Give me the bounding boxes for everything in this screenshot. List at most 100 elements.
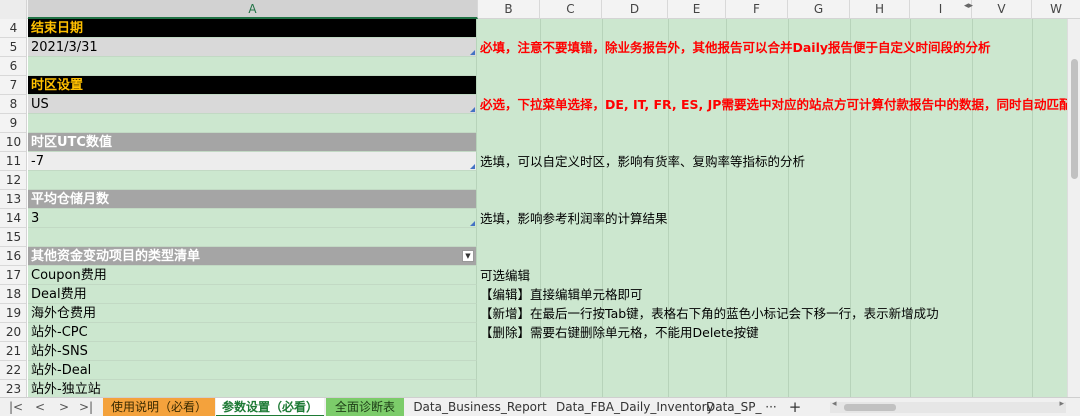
select-all-corner[interactable] [0, 0, 27, 19]
list-item[interactable]: 海外仓费用 [28, 304, 477, 323]
storage-months-value-cell[interactable]: 3 [28, 209, 477, 228]
prev-sheet-icon[interactable]: < [32, 398, 48, 416]
table-corner-marker [470, 221, 475, 226]
row-header-bar: 4 5 6 7 8 9 10 11 12 13 14 15 16 17 18 1… [0, 19, 27, 397]
column-header-e[interactable]: E [668, 0, 726, 19]
table-row [28, 57, 1067, 76]
sheet-grid[interactable]: 结束日期 2021/3/31 必填，注意不要填错，除业务报告外，其他报告可以合并… [28, 19, 1067, 397]
column-header-g[interactable]: G [788, 0, 850, 19]
table-row: 站外-SNS [28, 342, 1067, 361]
table-row: 2021/3/31 必填，注意不要填错，除业务报告外，其他报告可以合并Daily… [28, 38, 1067, 57]
tab-sp[interactable]: Data_SP_ [706, 398, 762, 416]
last-sheet-icon[interactable]: >| [78, 398, 94, 416]
row-number[interactable]: 14 [0, 209, 26, 228]
row-number[interactable]: 17 [0, 266, 26, 285]
table-corner-marker [470, 164, 475, 169]
row-number[interactable]: 13 [0, 190, 26, 209]
column-header-a[interactable]: A [28, 0, 478, 19]
column-header-f[interactable]: F [726, 0, 788, 19]
empty-cell[interactable] [28, 57, 477, 76]
tab-parameters[interactable]: 参数设置（必看） [216, 398, 324, 416]
edit-hint-title[interactable]: 可选编辑 [478, 266, 530, 285]
end-date-header-cell[interactable]: 结束日期 [28, 19, 477, 38]
row-number[interactable]: 18 [0, 285, 26, 304]
table-row [28, 228, 1067, 247]
more-sheets-button[interactable]: ··· [760, 398, 782, 416]
row-number[interactable]: 10 [0, 133, 26, 152]
empty-cell[interactable] [28, 171, 477, 190]
vertical-scroll-thumb[interactable] [1071, 59, 1078, 179]
row-number[interactable]: 6 [0, 57, 26, 76]
table-row: 结束日期 [28, 19, 1067, 38]
row-number[interactable]: 4 [0, 19, 26, 38]
row-number[interactable]: 21 [0, 342, 26, 361]
table-corner-marker [470, 50, 475, 55]
column-header-b[interactable]: B [478, 0, 540, 19]
fund-types-header-cell[interactable]: 其他资金变动项目的类型清单 ▼ [28, 247, 477, 266]
sheet-tab-bar: |< < > >| 使用说明（必看） 参数设置（必看） 全面诊断表 Data_B… [0, 397, 1080, 416]
column-header-w[interactable]: W [1032, 0, 1080, 19]
timezone-note[interactable]: 必选，下拉菜单选择，DE, IT, FR, ES, JP需要选中对应的站点方可计… [478, 95, 1067, 114]
column-header-h[interactable]: H [850, 0, 910, 19]
table-row: 3 选填，影响参考利润率的计算结果 [28, 209, 1067, 228]
edit-hint-delete[interactable]: 【删除】需要右键删除单元格，不能用Delete按键 [478, 323, 759, 342]
column-header-v[interactable]: V [972, 0, 1032, 19]
list-item[interactable]: 站外-独立站 [28, 380, 477, 397]
end-date-note[interactable]: 必填，注意不要填错，除业务报告外，其他报告可以合并Daily报告便于自定义时间段… [478, 38, 991, 57]
row-number[interactable]: 20 [0, 323, 26, 342]
row-number[interactable]: 15 [0, 228, 26, 247]
edit-hint-edit[interactable]: 【编辑】直接编辑单元格即可 [478, 285, 643, 304]
tab-instructions[interactable]: 使用说明（必看） [103, 398, 215, 416]
utc-offset-note[interactable]: 选填，可以自定义时区，影响有货率、复购率等指标的分析 [478, 152, 805, 171]
row-number[interactable]: 12 [0, 171, 26, 190]
timezone-header-cell[interactable]: 时区设置 [28, 76, 477, 95]
horizontal-scrollbar[interactable]: ◂ ▸ [830, 399, 1066, 413]
vertical-scrollbar[interactable] [1067, 19, 1080, 397]
storage-months-header-cell[interactable]: 平均仓储月数 [28, 190, 477, 209]
row-number[interactable]: 19 [0, 304, 26, 323]
tab-diagnosis[interactable]: 全面诊断表 [326, 398, 404, 416]
empty-cell[interactable] [28, 114, 477, 133]
row-number[interactable]: 8 [0, 95, 26, 114]
list-item[interactable]: Deal费用 [28, 285, 477, 304]
column-header-d[interactable]: D [602, 0, 668, 19]
tab-fba-daily-inventory[interactable]: Data_FBA_Daily_Inventory [556, 398, 714, 416]
list-item[interactable]: Coupon费用 [28, 266, 477, 285]
column-header-i[interactable]: I [910, 0, 972, 19]
row-number[interactable]: 5 [0, 38, 26, 57]
table-row: Coupon费用 可选编辑 [28, 266, 1067, 285]
row-number[interactable]: 9 [0, 114, 26, 133]
list-item[interactable]: 站外-CPC [28, 323, 477, 342]
table-row: 海外仓费用 【新增】在最后一行按Tab键，表格右下角的蓝色小标记会下移一行，表示… [28, 304, 1067, 323]
timezone-value-cell[interactable]: US [28, 95, 477, 114]
end-date-value-cell[interactable]: 2021/3/31 [28, 38, 477, 57]
end-date-value: 2021/3/31 [31, 40, 98, 55]
first-sheet-icon[interactable]: |< [8, 398, 24, 416]
list-item[interactable]: 站外-Deal [28, 361, 477, 380]
utc-offset-header-cell[interactable]: 时区UTC数值 [28, 133, 477, 152]
utc-offset-value-cell[interactable]: -7 [28, 152, 477, 171]
add-sheet-button[interactable]: + [786, 398, 804, 416]
table-row: US 必选，下拉菜单选择，DE, IT, FR, ES, JP需要选中对应的站点… [28, 95, 1067, 114]
scroll-left-icon[interactable]: ◂ [832, 399, 837, 409]
table-row [28, 171, 1067, 190]
row-number[interactable]: 7 [0, 76, 26, 95]
storage-months-note[interactable]: 选填，影响参考利润率的计算结果 [478, 209, 668, 228]
row-number[interactable]: 11 [0, 152, 26, 171]
edit-hint-add[interactable]: 【新增】在最后一行按Tab键，表格右下角的蓝色小标记会下移一行，表示新增成功 [478, 304, 939, 323]
column-header-bar: A B C D E F G H I ◂▸ V W [0, 0, 1080, 19]
table-row: 站外-CPC 【删除】需要右键删除单元格，不能用Delete按键 [28, 323, 1067, 342]
column-header-c[interactable]: C [540, 0, 602, 19]
scroll-right-icon[interactable]: ▸ [1059, 399, 1064, 409]
horizontal-scroll-thumb[interactable] [844, 404, 896, 411]
row-number[interactable]: 22 [0, 361, 26, 380]
row-number[interactable]: 23 [0, 380, 26, 397]
timezone-value: US [31, 97, 49, 112]
row-number[interactable]: 16 [0, 247, 26, 266]
next-sheet-icon[interactable]: > [56, 398, 72, 416]
empty-cell[interactable] [28, 228, 477, 247]
list-item[interactable]: 站外-SNS [28, 342, 477, 361]
table-row: 其他资金变动项目的类型清单 ▼ [28, 247, 1067, 266]
filter-dropdown-icon[interactable]: ▼ [462, 250, 474, 262]
tab-business-report[interactable]: Data_Business_Report [412, 398, 548, 416]
